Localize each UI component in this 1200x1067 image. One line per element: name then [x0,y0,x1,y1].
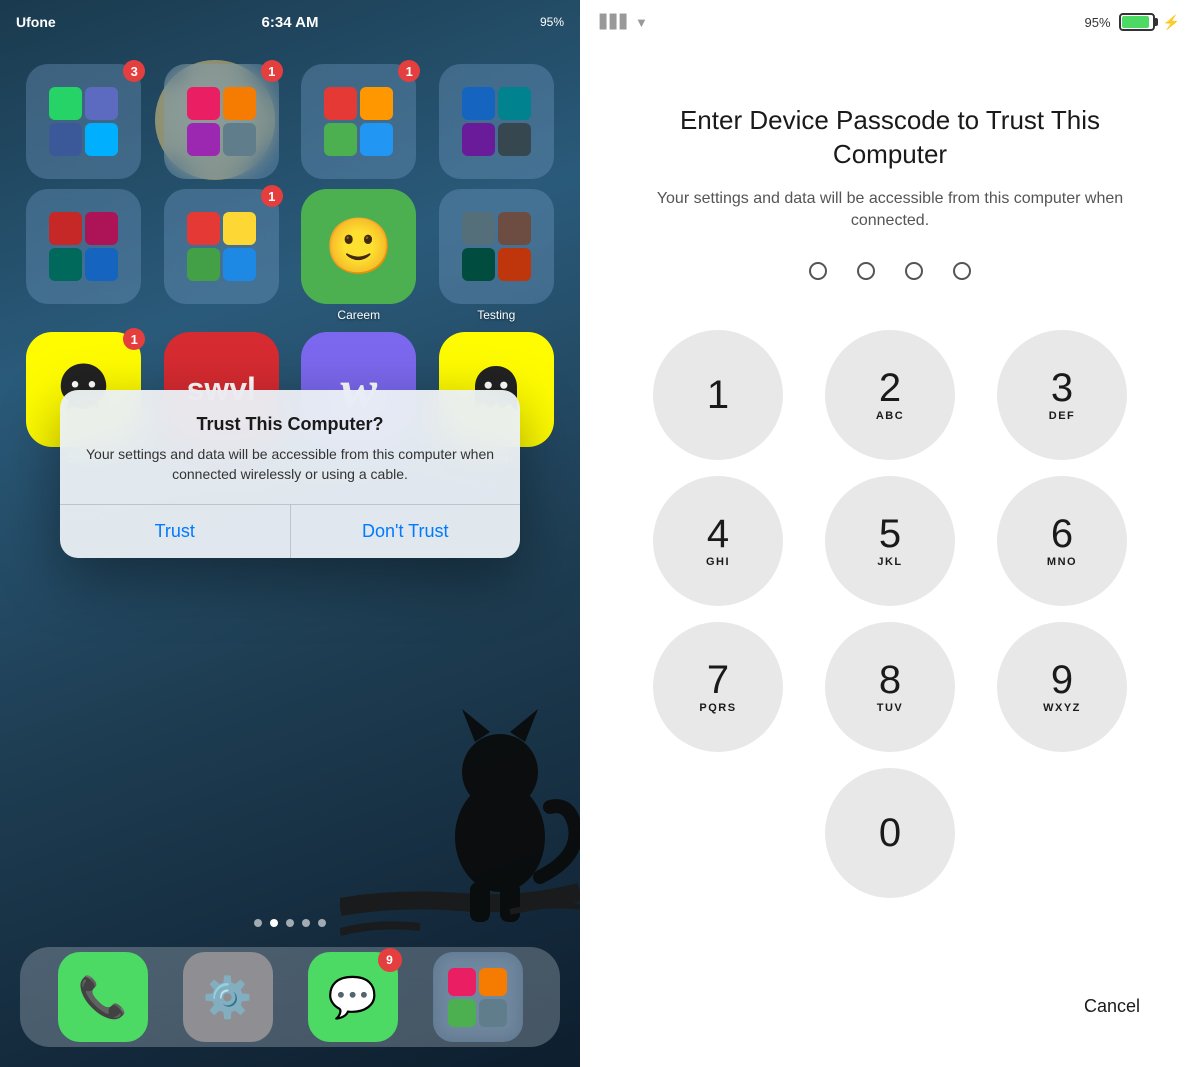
app-folder-5[interactable] [26,189,141,322]
page-dot-4 [302,919,310,927]
dock-messages-wrapper: 💬 9 [308,952,398,1042]
num-digit-5: 5 [879,514,901,554]
num-digit-1: 1 [707,375,729,415]
num-letters-7: PQRS [699,702,736,714]
app-testing[interactable]: Testing [439,189,554,322]
num-digit-0: 0 [879,813,901,853]
time-label-left: 6:34 AM [262,14,319,31]
num-btn-4[interactable]: 4 GHI [653,476,783,606]
passcode-dot-1 [809,262,827,280]
battery-percent-right: 95% [1085,15,1111,30]
app-folder-2[interactable]: 1 [164,64,279,179]
snapchat-badge: 1 [123,328,145,350]
num-btn-9[interactable]: 9 WXYZ [997,622,1127,752]
num-btn-5[interactable]: 5 JKL [825,476,955,606]
num-btn-2[interactable]: 2 ABC [825,330,955,460]
dock-folder[interactable] [433,952,523,1042]
messages-badge: 9 [378,948,402,972]
passcode-title: Enter Device Passcode to Trust This Comp… [640,104,1140,172]
passcode-dot-2 [857,262,875,280]
num-letters-9: WXYZ [1043,702,1081,714]
wifi-icon: ▼ [635,15,648,30]
passcode-dot-3 [905,262,923,280]
lightning-icon: ⚡ [1163,14,1180,31]
app-folder-4[interactable] [439,64,554,179]
num-btn-0[interactable]: 0 [825,768,955,898]
num-digit-7: 7 [707,660,729,700]
dialog-content: Trust This Computer? Your settings and d… [60,390,520,484]
status-right-icons: 95% ⚡ [1085,13,1180,31]
battery-fill [1122,16,1149,28]
right-panel: ▋▋▋ ▼ 95% ⚡ Enter Device Passcode to Tru… [580,0,1200,1067]
app-folder-1[interactable]: 3 [26,64,141,179]
status-right-carrier: ▋▋▋ ▼ [600,14,648,30]
num-digit-3: 3 [1051,368,1073,408]
badge-3: 1 [398,60,420,82]
dock-settings[interactable]: ⚙️ [183,952,273,1042]
dock-phone[interactable]: 📞 [58,952,148,1042]
num-digit-4: 4 [707,514,729,554]
num-letters-3: DEF [1049,410,1076,422]
num-btn-8[interactable]: 8 TUV [825,622,955,752]
status-bar-left: Ufone 6:34 AM 95% [0,0,580,44]
passcode-dots [809,262,971,280]
trust-button[interactable]: Trust [60,505,290,558]
battery-tip [1155,18,1158,26]
cancel-button[interactable]: Cancel [1084,996,1140,1017]
app-folder-3[interactable]: 1 [301,64,416,179]
status-icons-left: 95% [540,15,564,29]
num-letters-8: TUV [877,702,904,714]
num-btn-3[interactable]: 3 DEF [997,330,1127,460]
page-dot-2 [270,919,278,927]
numpad: 1 2 ABC 3 DEF 4 GHI 5 JKL 6 MNO 7 PQRS 8… [580,330,1200,752]
trust-dialog: Trust This Computer? Your settings and d… [60,390,520,558]
page-dot-3 [286,919,294,927]
app-careem[interactable]: 🙂 Careem [301,189,416,322]
num-digit-2: 2 [879,368,901,408]
num-letters-2: ABC [876,410,904,422]
cat-silhouette [340,627,580,977]
passcode-dot-4 [953,262,971,280]
num-digit-8: 8 [879,660,901,700]
careem-label: Careem [337,308,380,322]
dialog-buttons: Trust Don't Trust [60,504,520,558]
signal-bars-icon: ▋▋▋ [600,14,630,30]
dialog-title: Trust This Computer? [80,414,500,435]
num-letters-5: JKL [877,556,902,568]
left-panel: Ufone 6:34 AM 95% 3 [0,0,580,1067]
page-dot-1 [254,919,262,927]
battery-indicator [1119,13,1155,31]
num-letters-6: MNO [1047,556,1077,568]
carrier-label: Ufone [16,14,56,30]
passcode-header: Enter Device Passcode to Trust This Comp… [580,104,1200,232]
dock: 📞 ⚙️ 💬 9 [20,947,560,1047]
passcode-subtitle: Your settings and data will be accessibl… [640,188,1140,233]
num-btn-1[interactable]: 1 [653,330,783,460]
num-digit-6: 6 [1051,514,1073,554]
badge-1: 3 [123,60,145,82]
num-btn-6[interactable]: 6 MNO [997,476,1127,606]
status-bar-right: ▋▋▋ ▼ 95% ⚡ [580,0,1200,44]
num-letters-4: GHI [706,556,730,568]
badge-6: 1 [261,185,283,207]
testing-label: Testing [477,308,515,322]
dialog-body: Your settings and data will be accessibl… [80,445,500,484]
battery-label-left: 95% [540,15,564,29]
dont-trust-button[interactable]: Don't Trust [291,505,521,558]
num-btn-7[interactable]: 7 PQRS [653,622,783,752]
app-folder-6[interactable]: 1 [164,189,279,322]
zero-row: 0 [825,768,955,898]
badge-2: 1 [261,60,283,82]
num-digit-9: 9 [1051,660,1073,700]
page-dot-5 [318,919,326,927]
